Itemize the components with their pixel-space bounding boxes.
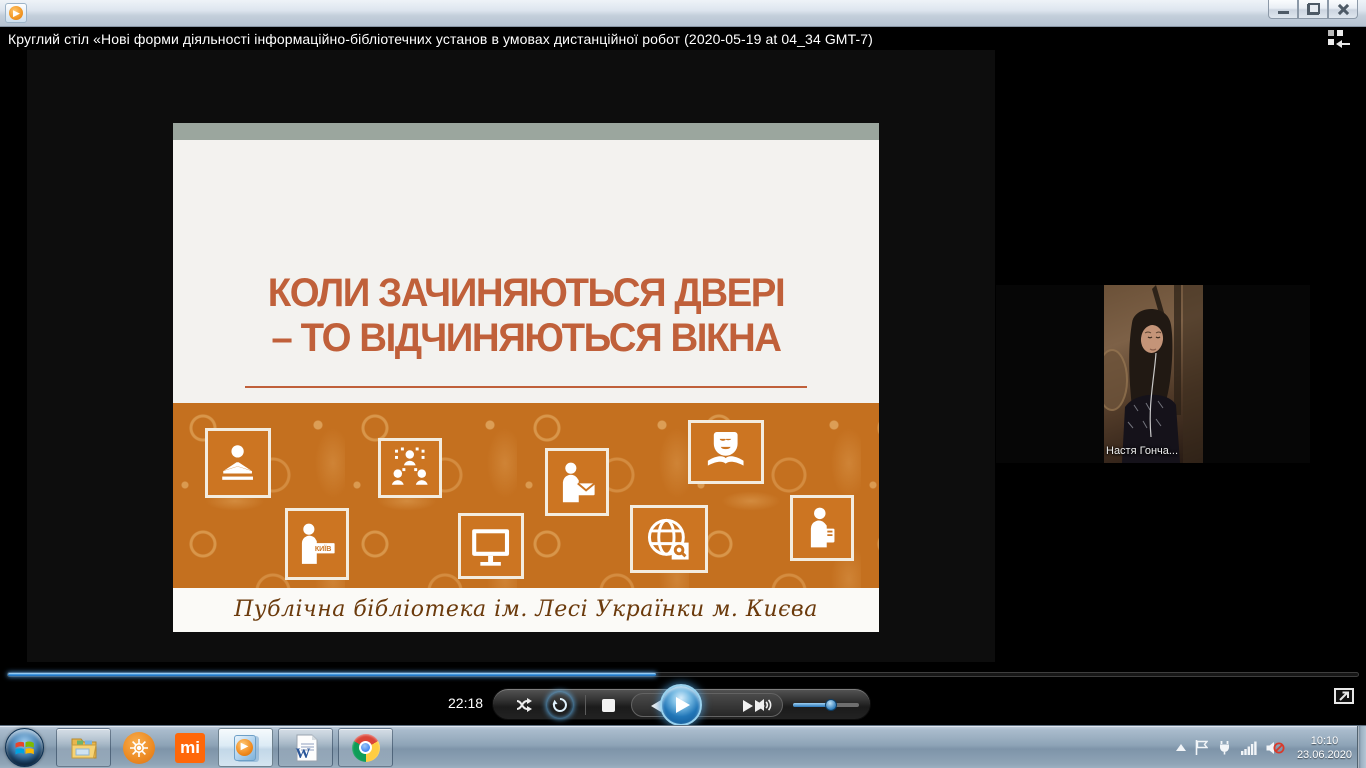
shuffle-icon [516,697,536,713]
slide-divider [245,386,807,388]
tray-date: 23.06.2020 [1297,748,1352,762]
show-desktop-button[interactable] [1357,726,1366,768]
shuffle-button[interactable] [511,689,541,721]
presentation-slide: КОЛИ ЗАЧИНЯЮТЬСЯ ДВЕРІ – ТО ВІДЧИНЯЮТЬСЯ… [173,123,879,632]
people-network-icon [378,438,442,498]
participant-video: Настя Гонча... [1104,285,1203,463]
participant-panel: Настя Гонча... [996,285,1310,463]
plug-icon [1217,740,1232,755]
close-button[interactable] [1328,0,1358,19]
minimize-button[interactable] [1268,0,1298,19]
person-with-mail-icon [545,448,609,516]
play-button[interactable] [660,684,702,726]
slide-footer-text: Публічна бібліотека ім. Лесі Українки м.… [173,588,879,632]
participant-name-label: Настя Гонча... [1106,445,1178,457]
taskbar-item-helm[interactable] [116,728,162,767]
helm-wheel-icon [123,732,155,764]
restore-button[interactable] [1298,0,1328,19]
volume-slider[interactable] [793,703,859,707]
taskbar-item-explorer[interactable] [56,728,111,767]
media-player-icon: ▶ [231,733,261,763]
action-center-button[interactable] [1195,740,1208,755]
globe-search-icon [630,505,708,573]
chrome-icon [352,734,380,762]
tray-time: 10:10 [1297,734,1352,748]
speaker-icon [755,697,775,713]
gallery-view-toggle-icon [1328,30,1354,50]
theater-mask-book-icon [688,420,764,484]
volume-knob[interactable] [825,699,837,711]
restore-icon [1308,4,1319,14]
stop-button[interactable] [593,689,623,721]
seek-progress [8,673,656,676]
mute-button[interactable] [749,689,781,721]
safely-remove-button[interactable] [1217,740,1232,755]
svg-text:W: W [295,746,310,762]
slide-top-bar [173,123,879,140]
mi-logo-icon: mi [175,733,205,763]
close-icon [1337,3,1349,15]
flag-icon [1195,740,1208,755]
elapsed-time: 22:18 [448,695,483,711]
volume-tray-button[interactable] [1266,740,1285,756]
slide-icon-band: КИЇВ [173,403,879,588]
taskbar-item-media-player[interactable]: ▶ [218,728,273,767]
repeat-icon [552,697,568,713]
word-icon: W [293,734,319,762]
stop-icon [602,699,615,712]
chevron-up-icon [1176,744,1186,751]
muted-speaker-icon [1266,740,1285,756]
seek-bar[interactable] [7,672,1359,677]
hidden-icons-button[interactable] [1176,744,1186,751]
tray-clock[interactable]: 10:10 23.06.2020 [1294,734,1352,762]
minimize-icon [1278,11,1289,14]
svg-text:КИЇВ: КИЇВ [315,545,332,553]
system-tray: 10:10 23.06.2020 [1176,726,1354,768]
computer-monitor-icon [458,513,524,579]
taskbar-item-chrome[interactable] [338,728,393,767]
player-controls: 22:18 [0,685,1366,725]
taskbar-item-word[interactable]: W [278,728,333,767]
person-kyiv-blocks-icon: КИЇВ [285,508,349,580]
taskbar: mi ▶ W [0,725,1366,768]
slide-title: КОЛИ ЗАЧИНЯЮТЬСЯ ДВЕРІ – ТО ВІДЧИНЯЮТЬСЯ… [187,271,865,361]
diagonal-arrow-icon [1338,691,1350,701]
network-button[interactable] [1241,741,1257,755]
video-title: Круглий стіл «Нові форми діяльності інфо… [8,31,1158,47]
controls-divider [585,695,586,715]
folder-icon [69,735,99,761]
signal-bars-icon [1241,741,1257,755]
media-player-window-icon: ▶ [5,3,27,23]
video-stage: Круглий стіл «Нові форми діяльності інфо… [0,27,1366,725]
windows-logo-icon [13,736,36,759]
person-reading-book-icon [205,428,271,498]
person-with-phone-icon [790,495,854,561]
taskbar-item-mi[interactable]: mi [167,728,213,767]
control-pill [492,688,871,720]
start-button[interactable] [5,728,44,767]
repeat-button[interactable] [545,689,575,721]
switch-view-button[interactable] [1334,688,1354,704]
window-titlebar: ▶ [0,0,1366,27]
play-icon [675,696,691,714]
